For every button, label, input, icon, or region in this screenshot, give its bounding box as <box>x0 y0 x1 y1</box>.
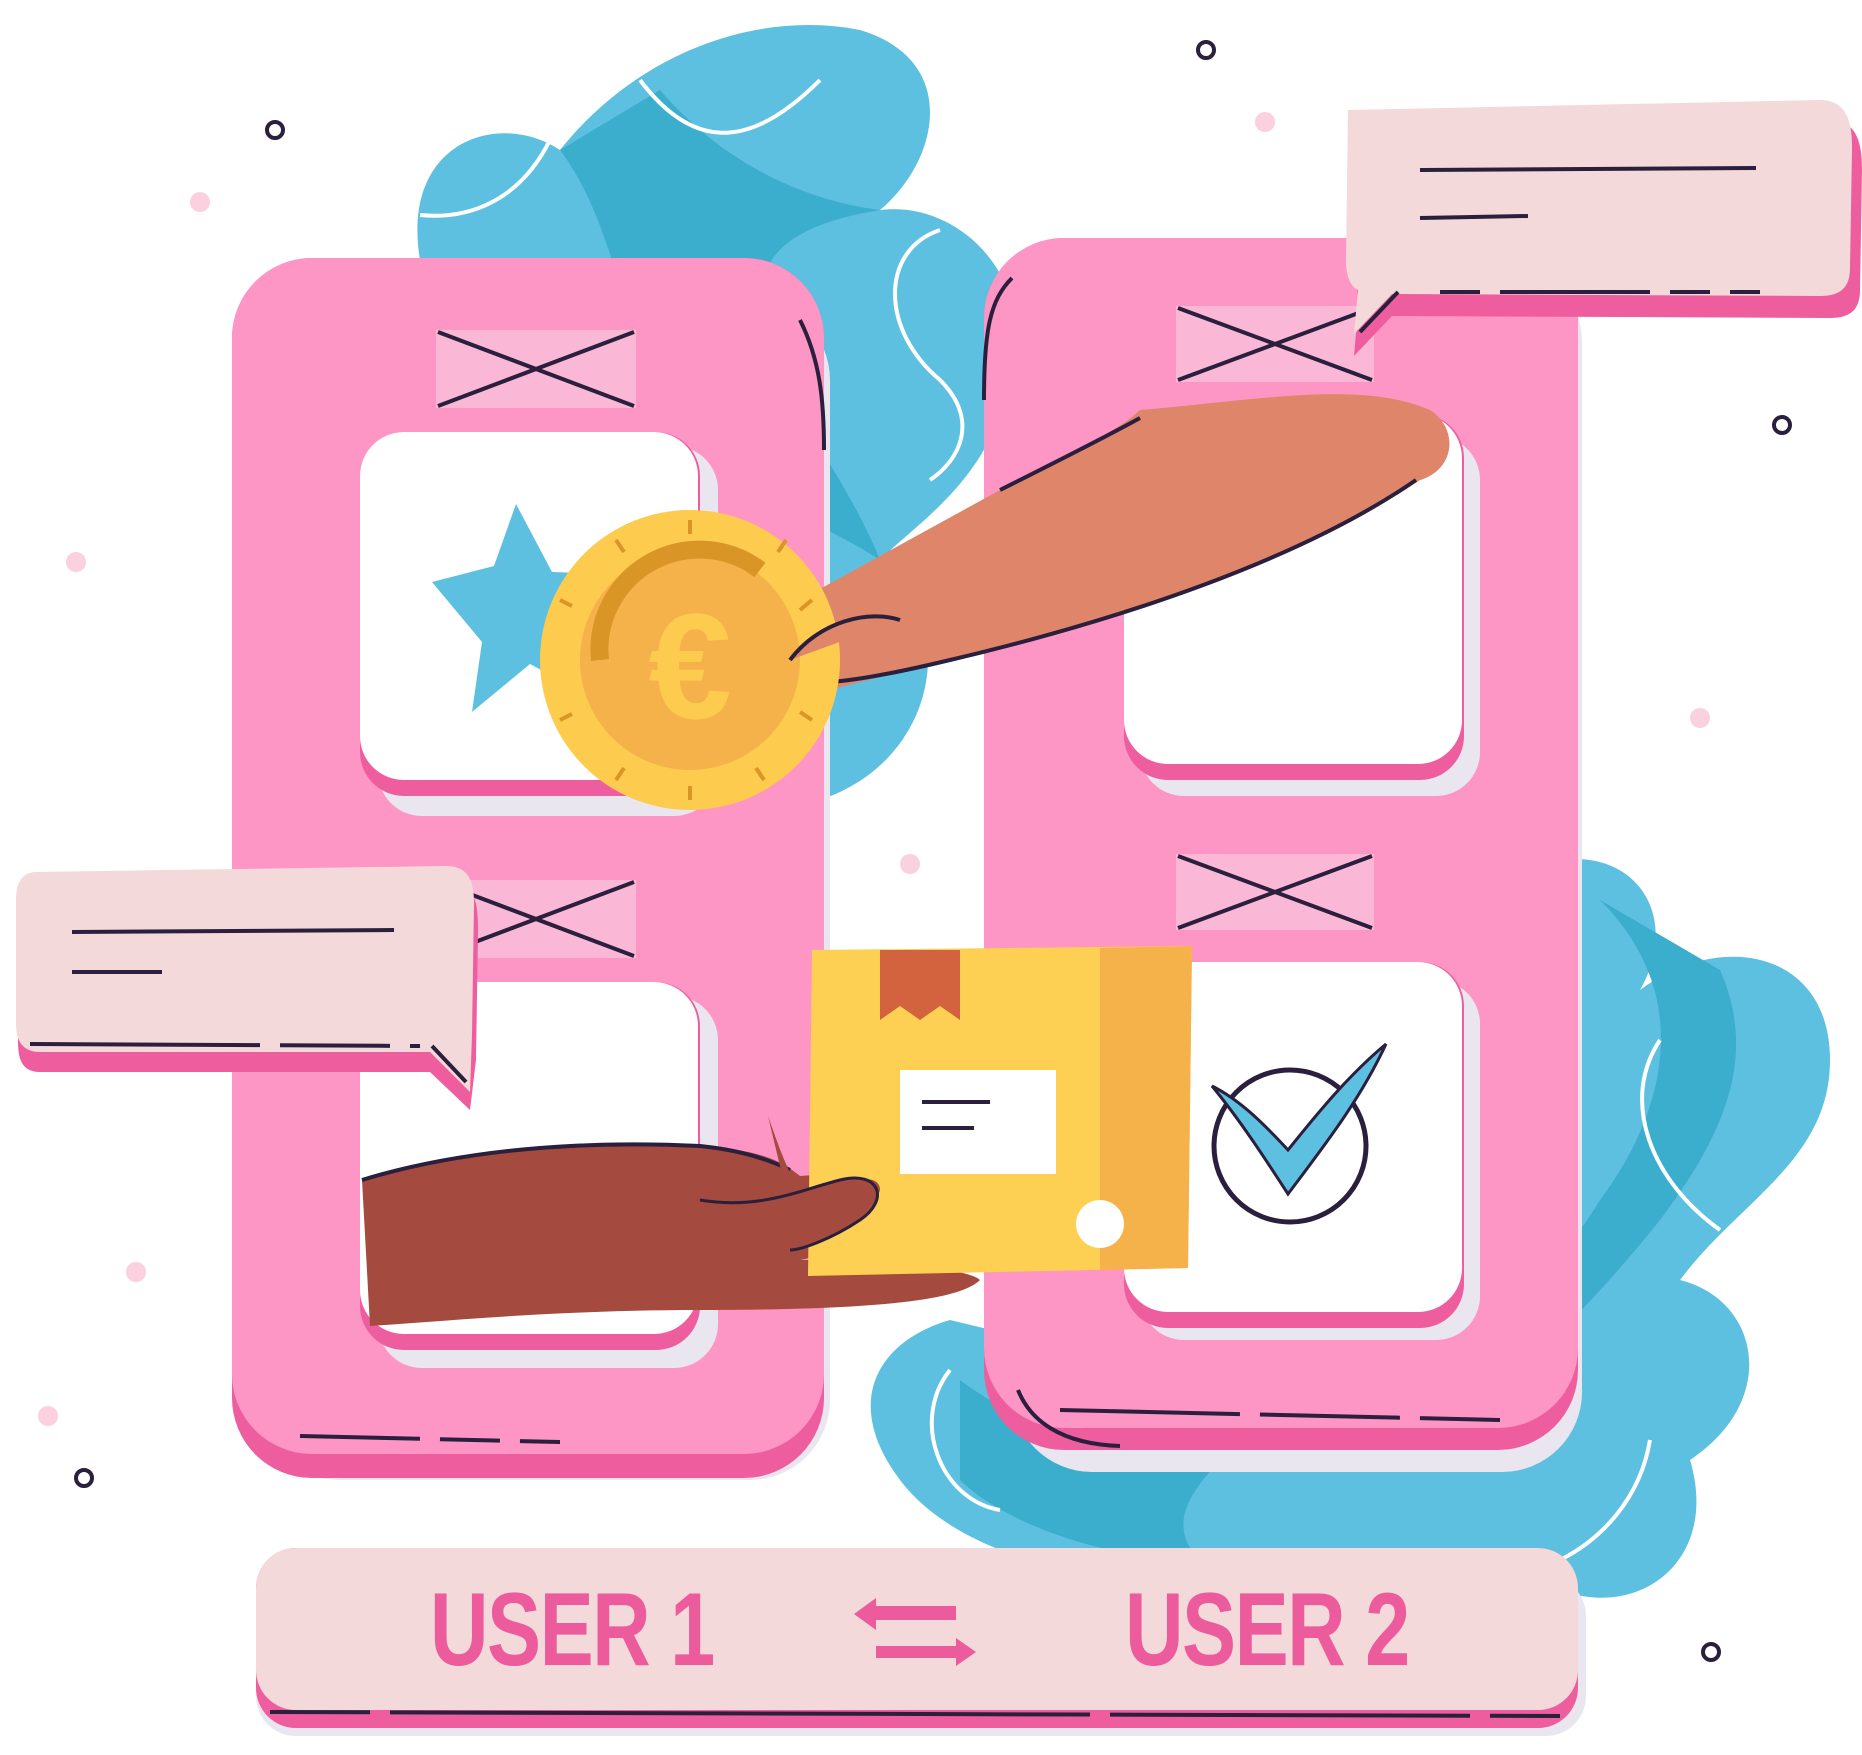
image-placeholder-top-right <box>1176 306 1374 382</box>
package-box-icon <box>808 946 1192 1276</box>
illustration-scene: € <box>16 25 1862 1736</box>
image-placeholder-top-left <box>436 330 636 408</box>
svg-text:€: € <box>648 582 731 750</box>
user-2-label: USER 2 <box>1125 1572 1410 1688</box>
image-placeholder-bottom-right <box>1176 854 1374 930</box>
user-1-label: USER 1 <box>430 1572 715 1688</box>
euro-coin-icon: € <box>540 510 840 810</box>
